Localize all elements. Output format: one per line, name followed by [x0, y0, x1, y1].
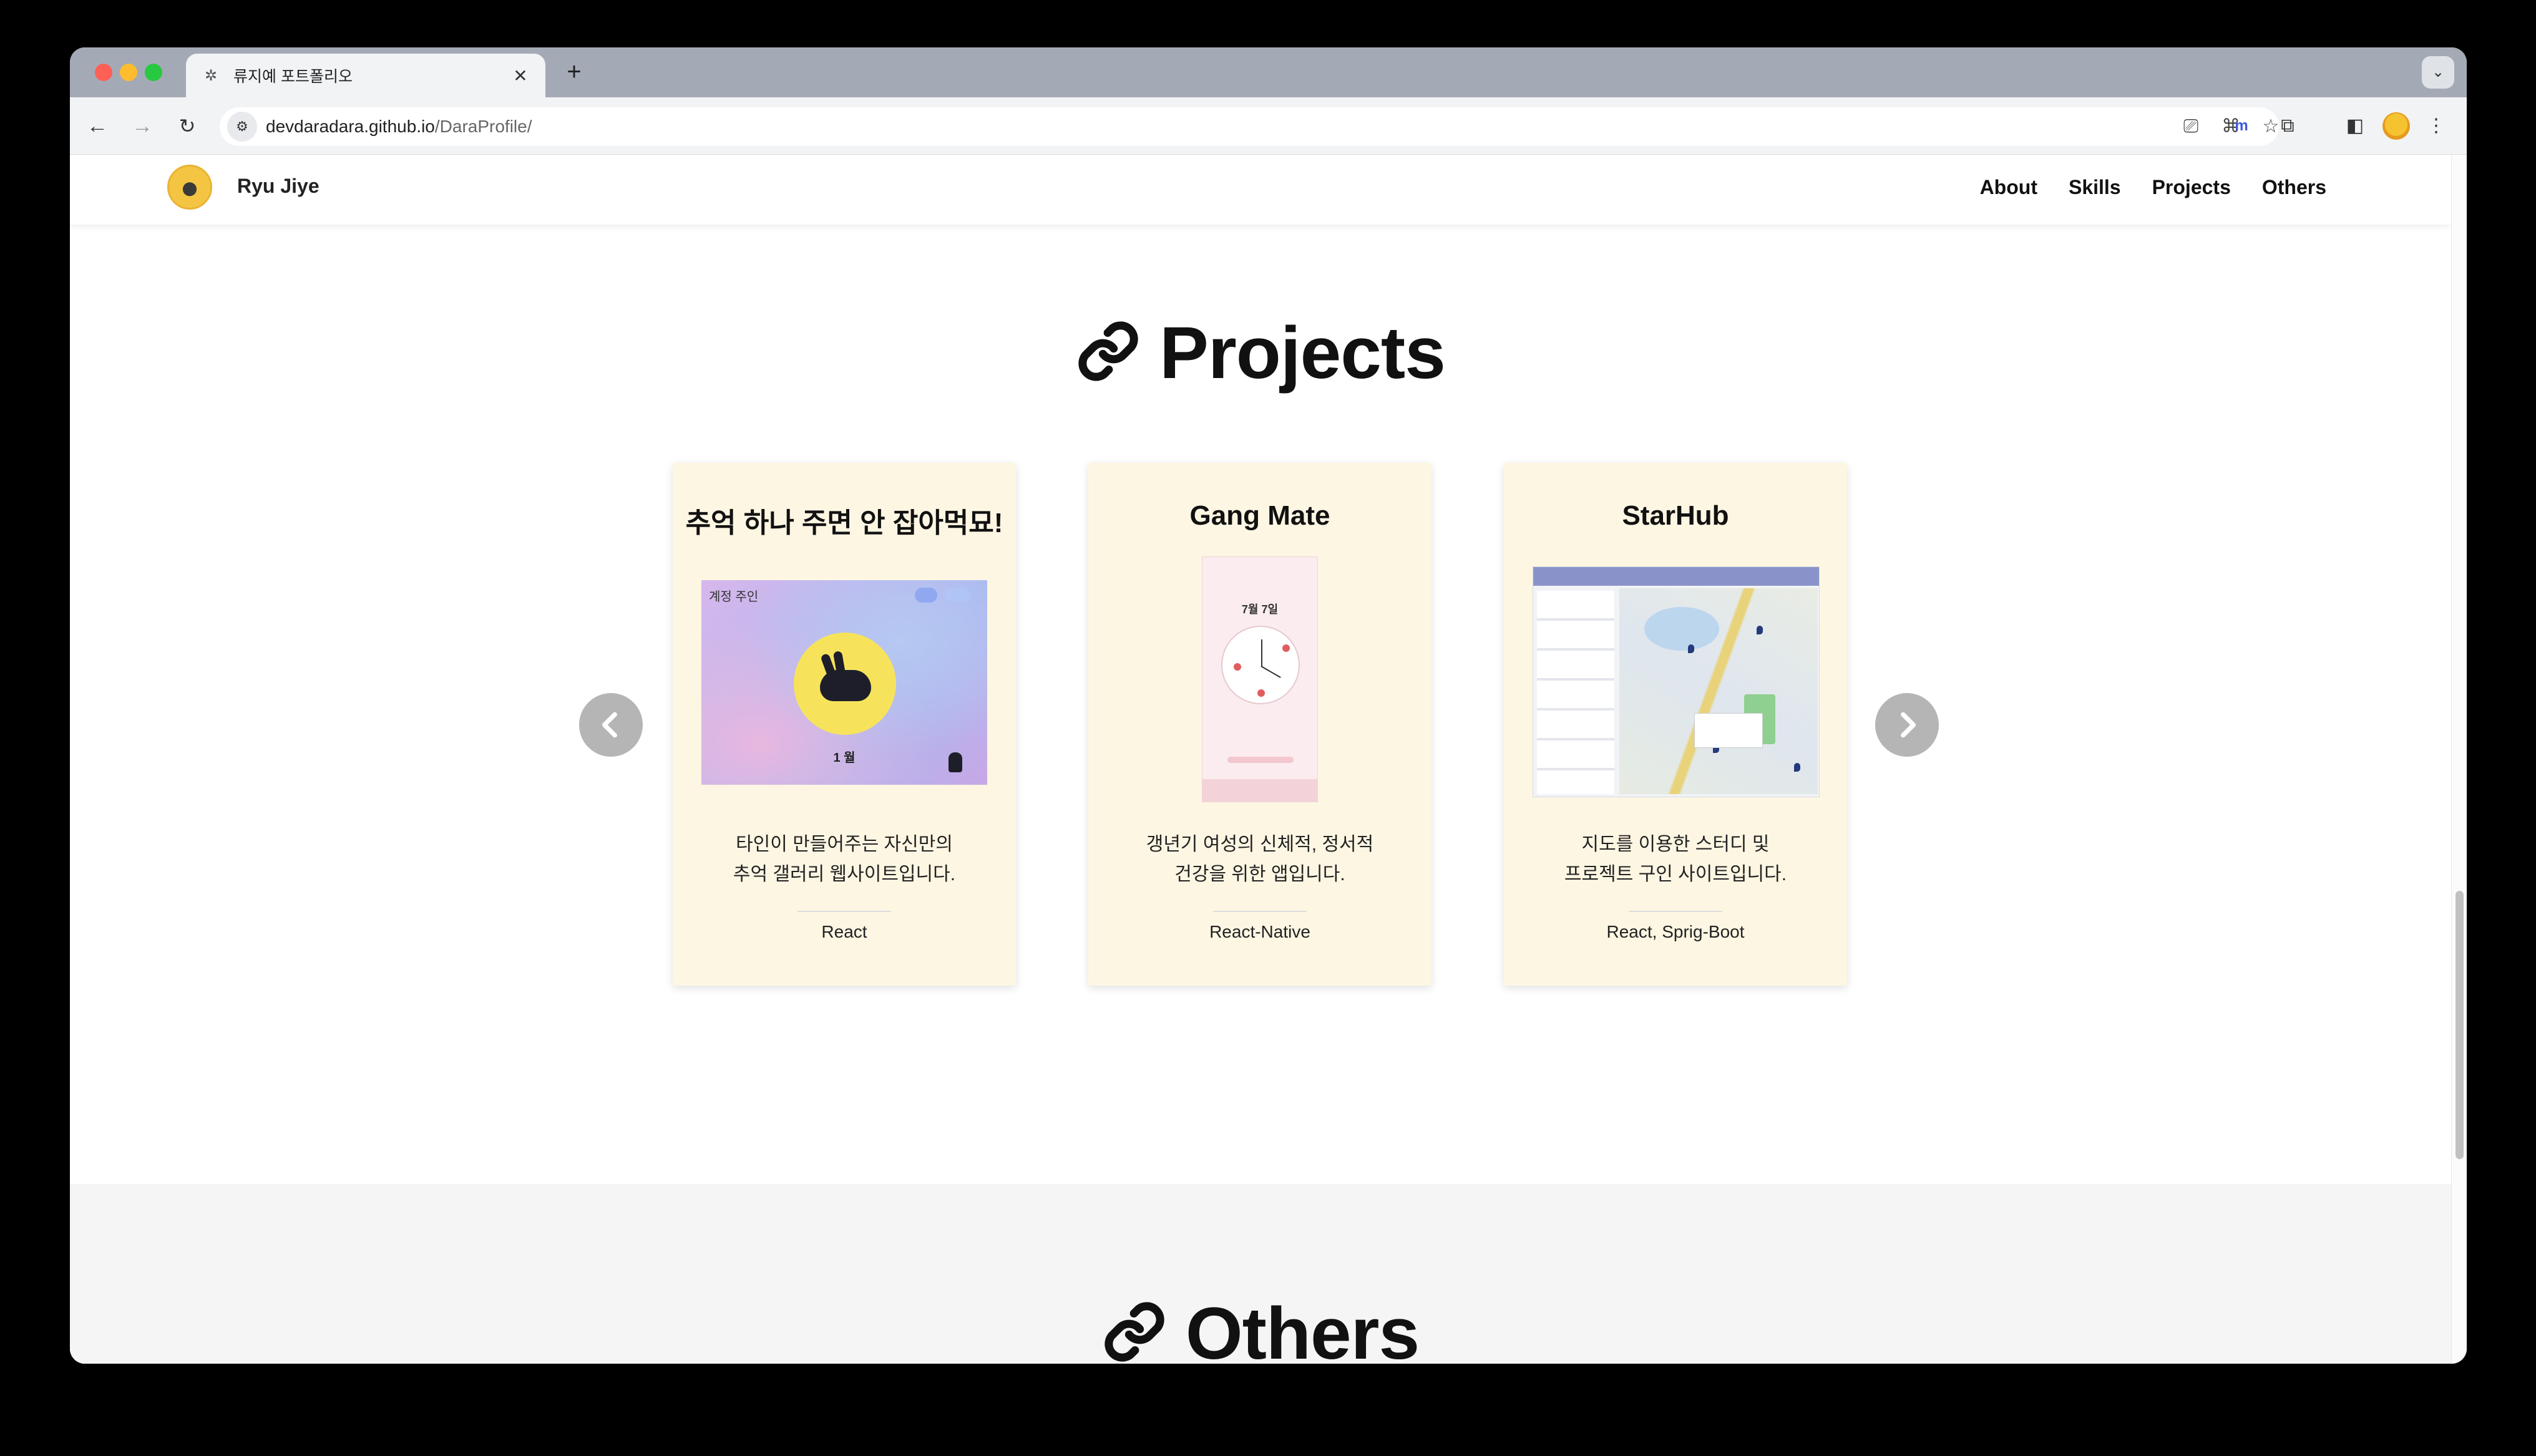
cat-icon: [949, 752, 962, 772]
clock-hand: [1261, 666, 1281, 678]
project-card[interactable]: StarHub 지도를 이용한 스터디 및 프로젝트 구인 사이트입니다. Re…: [1504, 463, 1847, 986]
project-card-description: 타인이 만들어주는 자신만의 추억 갤러리 웹사이트입니다.: [691, 830, 997, 890]
thumb-pill: [915, 588, 937, 603]
project-card-tech: React: [821, 922, 867, 941]
description-line: 타인이 만들어주는 자신만의: [736, 834, 953, 855]
nav-link-about[interactable]: About: [1980, 176, 2037, 199]
project-card-tech: React, Sprig-Boot: [1606, 922, 1745, 941]
map-pin-icon: [1794, 763, 1800, 772]
install-app-icon[interactable]: ⎚: [2178, 114, 2204, 140]
new-tab-button[interactable]: +: [559, 57, 589, 87]
tab-strip: ✲ 류지예 포트폴리오 ✕ + ⌄: [70, 47, 2467, 97]
clock-face: [1221, 626, 1300, 704]
thumb-button: [1227, 757, 1294, 763]
project-card-title: StarHub: [1622, 500, 1729, 531]
project-card[interactable]: 추억 하나 주면 안 잡아먹묘! 계정 주인 1 월 타인이 만들어주는 자신만…: [673, 463, 1016, 986]
reload-icon[interactable]: ↻: [172, 111, 202, 141]
map-pin-icon: [1757, 626, 1763, 634]
link-icon: [1076, 316, 1141, 401]
tab-search-chevron-down-icon[interactable]: ⌄: [2422, 56, 2454, 89]
thumb-date: 7월 7일: [1241, 603, 1279, 616]
brand-name[interactable]: Ryu Jiye: [237, 175, 319, 198]
nav-link-others[interactable]: Others: [2262, 176, 2326, 199]
page-scrollbar[interactable]: [2451, 155, 2467, 1364]
browser-window: ✲ 류지예 포트폴리오 ✕ + ⌄ ← → ↻ ⚙ devdaradara.gi…: [70, 47, 2467, 1364]
minimize-window-button[interactable]: [120, 64, 137, 81]
card-divider: [1213, 911, 1307, 912]
project-card-title: Gang Mate: [1189, 500, 1330, 531]
carousel-prev-button[interactable]: [579, 693, 643, 757]
map-popup: [1694, 713, 1763, 748]
card-divider: [797, 911, 891, 912]
card-divider: [1629, 911, 1722, 912]
projects-section-title: Projects: [70, 311, 2451, 401]
side-panel-icon[interactable]: ◧: [2341, 112, 2369, 140]
more-menu-icon[interactable]: ⋮: [2422, 112, 2450, 140]
avatar[interactable]: [167, 165, 212, 210]
project-card-title: 추억 하나 주면 안 잡아먹묘!: [685, 508, 1003, 538]
scrollbar-thumb[interactable]: [2456, 891, 2464, 1159]
site-info-icon[interactable]: ⚙: [227, 112, 257, 142]
address-bar[interactable]: ⚙ devdaradara.github.io/DaraProfile/ ⎚ ⌘…: [220, 107, 2279, 146]
back-arrow-icon[interactable]: ←: [82, 111, 112, 141]
pill-icon: [1282, 644, 1290, 652]
others-section: Others: [70, 1184, 2451, 1364]
favicon-icon: ✲: [204, 67, 218, 84]
thumb-map: [1619, 588, 1818, 794]
url-text[interactable]: devdaradara.github.io/DaraProfile/: [266, 117, 532, 137]
description-line: 건강을 위한 앱입니다.: [1174, 864, 1345, 885]
others-section-title: Others: [70, 1291, 2451, 1364]
description-line: 추억 갤러리 웹사이트입니다.: [733, 864, 956, 885]
tab-title: 류지예 포트폴리오: [233, 68, 353, 85]
nav-link-projects[interactable]: Projects: [2152, 176, 2231, 199]
maximize-window-button[interactable]: [145, 64, 162, 81]
link-icon: [1102, 1297, 1167, 1364]
thumb-list: [1537, 591, 1614, 794]
chevron-right-icon: [1901, 712, 1916, 738]
site-header: Ryu Jiye About Skills Projects Others: [70, 155, 2451, 225]
project-card-description: 지도를 이용한 스터디 및 프로젝트 구인 사이트입니다.: [1523, 830, 1828, 890]
site-nav: About Skills Projects Others: [1980, 176, 2326, 199]
browser-tab-active[interactable]: ✲ 류지예 포트폴리오 ✕: [186, 54, 545, 97]
description-line: 갱년기 여성의 신체적, 정서적: [1146, 834, 1374, 855]
project-thumbnail: 계정 주인 1 월: [701, 580, 987, 785]
carousel-next-button[interactable]: [1875, 693, 1939, 757]
browser-toolbar: ← → ↻ ⚙ devdaradara.github.io/DaraProfil…: [70, 97, 2467, 155]
pill-icon: [1234, 663, 1241, 671]
project-card[interactable]: Gang Mate 7월 7일 갱년기 여성의 신체적, 정서적 건강을 위한 …: [1088, 463, 1431, 986]
map-water: [1644, 607, 1719, 651]
project-thumbnail: [1533, 566, 1820, 797]
thumb-tab-bar: [1202, 779, 1317, 802]
project-thumbnail: 7월 7일: [1202, 556, 1318, 802]
thumb-month: 1 월: [833, 751, 856, 765]
chevron-left-icon: [602, 712, 617, 738]
extensions-puzzle-icon[interactable]: ⧉: [2274, 112, 2301, 140]
close-window-button[interactable]: [95, 64, 112, 81]
description-line: 지도를 이용한 스터디 및: [1581, 834, 1770, 855]
project-card-tech: React-Native: [1209, 922, 1310, 941]
projects-heading: Projects: [1159, 312, 1446, 394]
thumb-header: [1533, 567, 1819, 586]
url-host: devdaradara.github.io: [266, 117, 435, 136]
forward-arrow-icon[interactable]: →: [127, 111, 157, 141]
url-path: /DaraProfile/: [434, 117, 532, 136]
thumb-pill: [945, 588, 970, 603]
map-pin-icon: [1688, 644, 1694, 653]
profile-avatar-icon[interactable]: [2382, 112, 2410, 140]
clock-hand: [1261, 639, 1262, 667]
extension-icon[interactable]: m: [2228, 112, 2255, 140]
thumb-label: 계정 주인: [709, 590, 759, 604]
tab-close-icon[interactable]: ✕: [510, 66, 530, 86]
description-line: 프로젝트 구인 사이트입니다.: [1564, 864, 1787, 885]
project-card-description: 갱년기 여성의 신체적, 정서적 건강을 위한 앱입니다.: [1107, 830, 1413, 890]
nav-link-skills[interactable]: Skills: [2069, 176, 2121, 199]
page-viewport: Ryu Jiye About Skills Projects Others Pr…: [70, 155, 2451, 1364]
others-heading: Others: [1185, 1293, 1420, 1364]
pill-icon: [1257, 689, 1265, 697]
